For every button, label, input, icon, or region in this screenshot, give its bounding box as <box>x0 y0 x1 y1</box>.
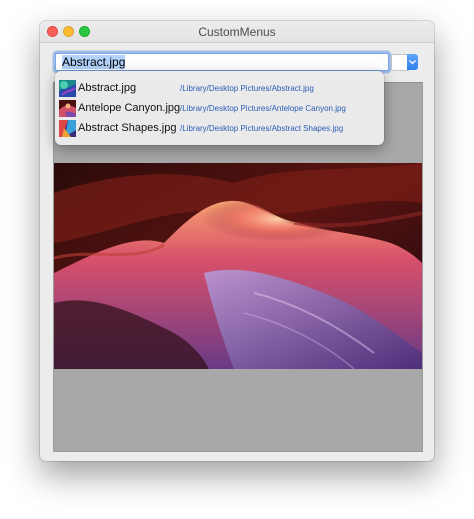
app-window: CustomMenus Abstract.jpg Abstract.jpg /L… <box>40 21 434 461</box>
suggestion-path: /Library/Desktop Pictures/Antelope Canyo… <box>180 104 346 113</box>
title-bar[interactable]: CustomMenus <box>40 21 434 43</box>
suggestion-name: Abstract.jpg <box>78 82 137 94</box>
suggestion-item[interactable]: Abstract Shapes.jpg /Library/Desktop Pic… <box>55 119 384 139</box>
selected-image <box>54 163 422 369</box>
abstract-thumbnail-icon <box>59 80 76 97</box>
suggestions-menu: Abstract.jpg /Library/Desktop Pictures/A… <box>55 71 384 145</box>
suggestion-name: Antelope Canyon.jpg <box>78 102 181 114</box>
search-input-text: Abstract.jpg <box>62 55 126 69</box>
suggestion-name: Abstract Shapes.jpg <box>78 122 177 134</box>
shapes-thumbnail-icon <box>59 120 76 137</box>
suggestion-item[interactable]: Abstract.jpg /Library/Desktop Pictures/A… <box>55 79 384 99</box>
popup-button[interactable] <box>391 54 418 71</box>
suggestion-path: /Library/Desktop Pictures/Abstract.jpg <box>180 84 314 93</box>
window-title: CustomMenus <box>198 25 276 39</box>
chevron-down-icon[interactable] <box>407 54 418 70</box>
suggestion-item[interactable]: Antelope Canyon.jpg /Library/Desktop Pic… <box>55 99 384 119</box>
search-input[interactable]: Abstract.jpg <box>55 53 389 71</box>
canyon-thumbnail-icon <box>59 100 76 117</box>
suggestion-path: /Library/Desktop Pictures/Abstract Shape… <box>180 124 344 133</box>
